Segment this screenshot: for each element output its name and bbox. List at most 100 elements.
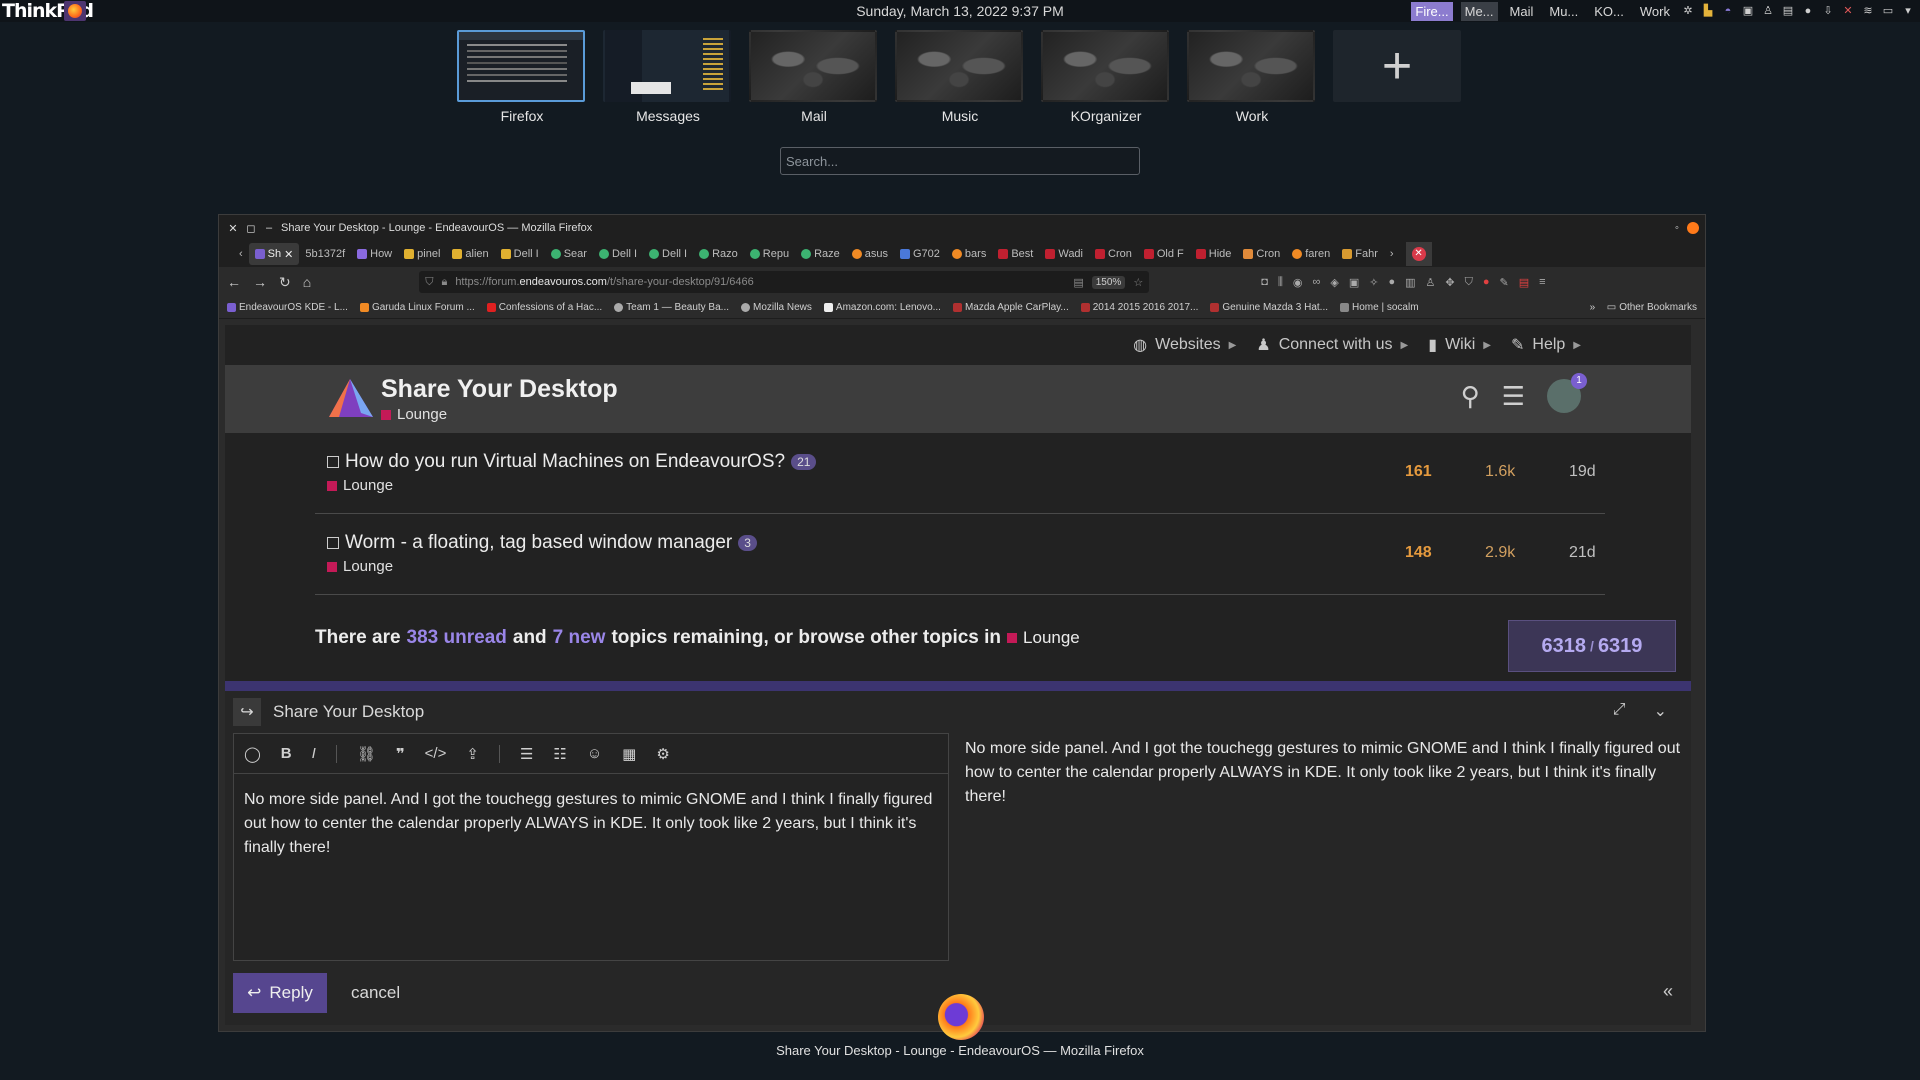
unread-link[interactable]: 383 unread (407, 627, 507, 649)
bookmark-item[interactable]: Confessions of a Hac... (486, 302, 602, 313)
browser-tab[interactable]: faren (1286, 243, 1336, 265)
endeavour-icon[interactable]: ◓ (1722, 5, 1734, 17)
bookmark-item[interactable]: Amazon.com: Lenovo... (823, 302, 941, 313)
task-mail[interactable]: Mail (1506, 2, 1538, 21)
bookmark-item[interactable]: Genuine Mazda 3 Hat... (1210, 302, 1328, 313)
browser-tab[interactable]: Cron (1237, 243, 1286, 265)
category-badge[interactable]: Lounge (381, 406, 618, 423)
extension-icon[interactable]: ● (1388, 276, 1395, 289)
task-messages[interactable]: Me... (1460, 1, 1498, 21)
bookmark-item[interactable]: Home | socalm (1340, 302, 1419, 313)
cancel-button[interactable]: cancel (351, 983, 400, 1003)
shield-icon[interactable]: ⛉ (425, 276, 433, 289)
folder-icon[interactable]: ▙ (1702, 5, 1714, 17)
chevron-down-icon[interactable]: ⌄ (1654, 701, 1667, 721)
volume-muted-icon[interactable]: ✕ (1842, 5, 1854, 17)
endeavouros-logo[interactable] (325, 377, 375, 421)
home-icon[interactable]: ⌂ (303, 274, 311, 290)
add-activity-button[interactable]: + (1333, 30, 1461, 102)
browser-tab[interactable]: Dell I (593, 243, 643, 265)
browser-tab[interactable]: Best (992, 243, 1039, 265)
other-bookmarks[interactable]: » ▭ Other Bookmarks (1590, 302, 1697, 313)
bookmark-item[interactable]: Team 1 — Beauty Ba... (614, 302, 729, 313)
nav-wiki[interactable]: ▮ Wiki ▶ (1428, 335, 1491, 355)
browser-tab[interactable]: Fahr (1336, 243, 1384, 265)
library-icon[interactable]: ⫼ (1278, 276, 1283, 289)
page-title[interactable]: Share Your Desktop (381, 375, 618, 404)
browser-tab[interactable]: asus (846, 243, 894, 265)
chevron-down-icon[interactable]: ▾ (1902, 5, 1914, 17)
task-music[interactable]: Mu... (1545, 2, 1582, 21)
extension-icon[interactable]: ▣ (1349, 276, 1359, 289)
extension-icon[interactable]: ◈ (1330, 276, 1338, 289)
task-korganizer[interactable]: KO... (1590, 2, 1628, 21)
battery-icon[interactable]: ▭ (1882, 5, 1894, 17)
close-icon[interactable]: ✕ (227, 222, 239, 235)
user-icon[interactable]: ♙ (1762, 5, 1774, 17)
upload-icon[interactable]: ⇪ (466, 745, 479, 763)
browser-tab[interactable]: G702 (894, 243, 946, 265)
task-firefox[interactable]: Fire... (1411, 1, 1453, 21)
task-work[interactable]: Work (1636, 2, 1674, 21)
gear-icon[interactable]: ⚙ (656, 745, 669, 763)
activity-work[interactable]: Work (1187, 30, 1317, 124)
browser-tab[interactable]: Cron (1089, 243, 1138, 265)
settings-icon[interactable]: ✲ (1682, 5, 1694, 17)
hamburger-menu-icon[interactable]: ☰ (1502, 381, 1525, 412)
url-bar[interactable]: ⛉ 🔒︎ https://forum.endeavouros.com/t/sha… (419, 271, 1150, 293)
activity-music[interactable]: Music (895, 30, 1025, 124)
code-icon[interactable]: </> (425, 745, 447, 762)
nav-help[interactable]: ✎ Help ▶ (1511, 335, 1581, 355)
maximize-icon[interactable]: ◻ (245, 222, 257, 235)
bookmark-item[interactable]: Mazda Apple CarPlay... (952, 302, 1069, 313)
browser-tab[interactable]: alien (446, 243, 494, 265)
menu-icon[interactable]: ≡ (1539, 276, 1545, 289)
lock-icon[interactable]: 🔒︎ (441, 276, 447, 289)
clipboard-icon[interactable]: ▤ (1782, 5, 1794, 17)
browser-tab[interactable]: Wadi (1039, 243, 1089, 265)
post-progress[interactable]: 6318/6319 (1508, 620, 1676, 672)
blockquote-icon[interactable]: ❞ (396, 745, 405, 763)
extension-icon[interactable]: ● (1483, 276, 1490, 289)
updates-icon[interactable]: ⇩ (1822, 5, 1834, 17)
extension-icon[interactable]: ✧ (1369, 276, 1378, 289)
new-link[interactable]: 7 new (553, 627, 606, 649)
browser-tab[interactable]: Dell I (495, 243, 545, 265)
bookmark-item[interactable]: EndeavourOS KDE - L... (227, 302, 348, 313)
activity-korganizer[interactable]: KOrganizer (1041, 30, 1171, 124)
search-input[interactable]: Search... (780, 147, 1140, 175)
topic-category[interactable]: Lounge (327, 558, 393, 575)
quote-bubble-icon[interactable]: ◯ (244, 745, 261, 763)
topic-replies[interactable]: 148 (1405, 544, 1432, 562)
brightness-icon[interactable]: ● (1802, 5, 1814, 17)
back-icon[interactable]: ← (227, 274, 241, 290)
wifi-icon[interactable]: ≋ (1862, 5, 1874, 17)
lounge-link[interactable]: Lounge (1023, 628, 1080, 648)
browser-tab[interactable]: pinel (398, 243, 446, 265)
reader-view-icon[interactable]: ▤ (1073, 276, 1083, 289)
topic-activity[interactable]: 21d (1569, 544, 1596, 562)
bullet-list-icon[interactable]: ☰ (520, 745, 533, 763)
fullscreen-icon[interactable]: ⤢ (1613, 701, 1626, 721)
topic-title[interactable]: How do you run Virtual Machines on Endea… (345, 451, 785, 473)
extension-icon[interactable]: ▤ (1519, 276, 1529, 289)
messages-icon[interactable]: ▣ (1742, 5, 1754, 17)
unread-count-badge[interactable]: 3 (738, 535, 757, 551)
activity-firefox[interactable]: Firefox (457, 30, 587, 124)
topic-activity[interactable]: 19d (1569, 463, 1596, 481)
browser-tab[interactable]: bars (946, 243, 992, 265)
extension-icon[interactable]: ∞ (1313, 276, 1321, 289)
topic-category[interactable]: Lounge (327, 477, 393, 494)
browser-tab[interactable]: Razo (693, 243, 744, 265)
share-icon[interactable]: ↪ (233, 698, 261, 726)
bold-icon[interactable]: B (281, 745, 292, 762)
extension-icon[interactable]: ♙ (1426, 276, 1436, 289)
browser-tab[interactable]: Hide (1190, 243, 1238, 265)
tab-scroll-right[interactable]: › (1384, 243, 1400, 265)
composer-textarea[interactable]: No more side panel. And I got the touche… (234, 774, 948, 874)
minimize-icon[interactable]: – (263, 222, 275, 234)
browser-tab[interactable]: Old F (1138, 243, 1190, 265)
topic-replies[interactable]: 161 (1405, 463, 1432, 481)
avatar[interactable]: 1 (1547, 373, 1587, 413)
activity-mail[interactable]: Mail (749, 30, 879, 124)
